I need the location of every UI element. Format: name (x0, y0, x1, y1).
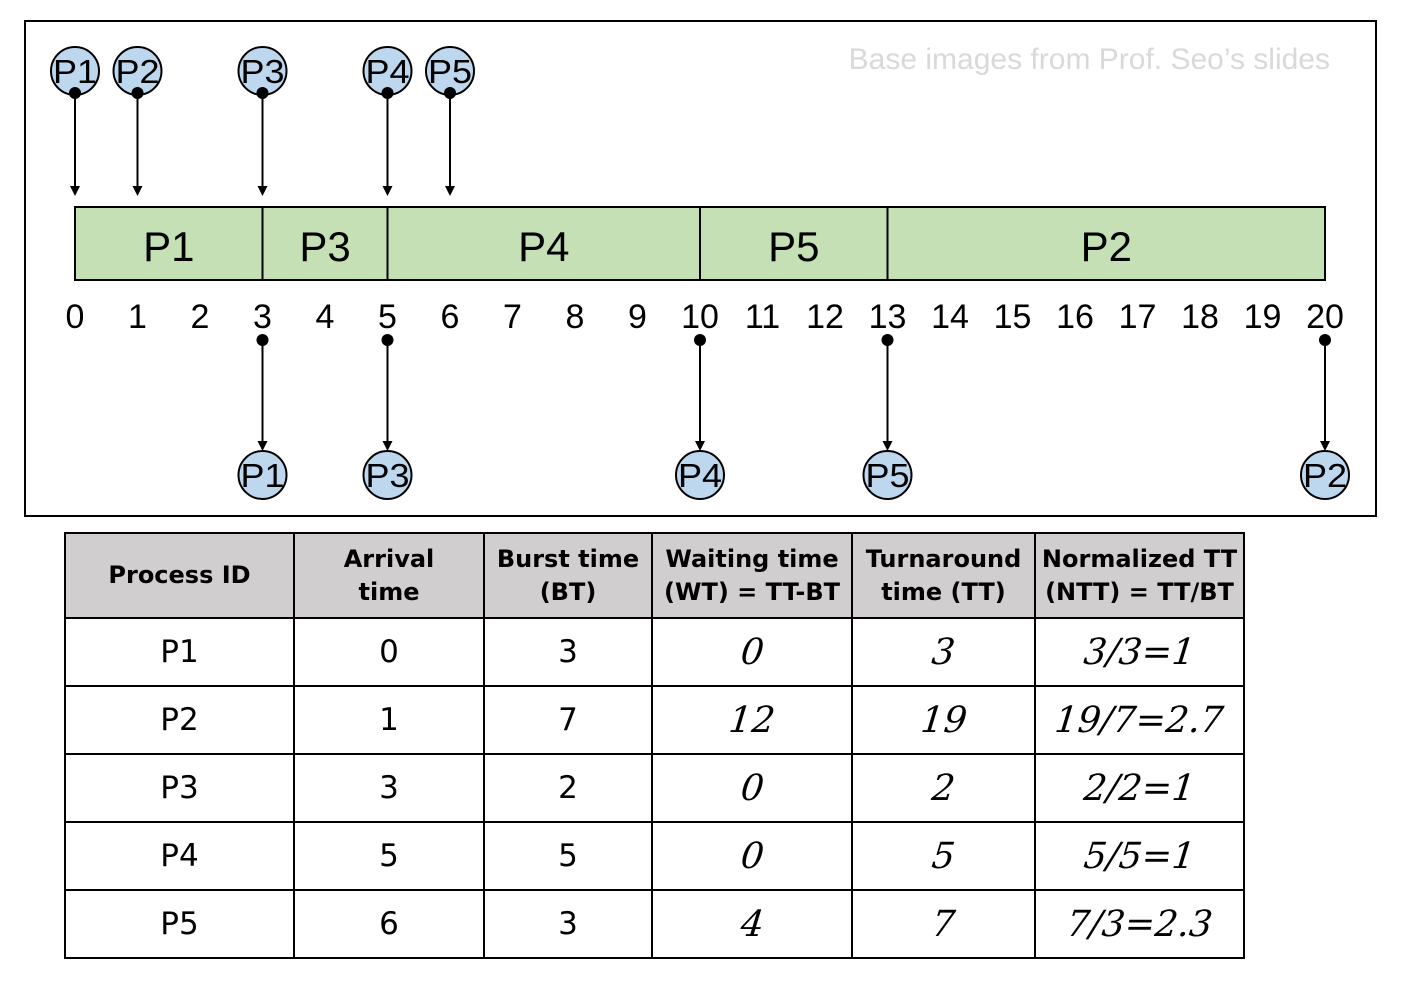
tick-label: 15 (994, 298, 1032, 336)
process-circle-label: P3 (366, 457, 410, 494)
process-table: Process ID Arrival time Burst time (BT) Wa… (64, 532, 1245, 959)
process-circle-label: P1 (53, 53, 97, 90)
process-circle-label: P4 (678, 457, 722, 494)
arrival-dot (444, 87, 456, 99)
tick-label: 14 (931, 298, 969, 336)
cell-waiting-time: 0 (651, 821, 853, 891)
cell-process-id: P2 (64, 685, 295, 755)
cell-process-id: P5 (64, 889, 295, 959)
completion-dot (694, 334, 706, 346)
cell-normalized-tt: 19/7=2.7 (1034, 685, 1245, 755)
watermark-text: Base images from Prof. Seo’s slides (849, 43, 1330, 76)
tick-label: 16 (1056, 298, 1094, 336)
process-circle-label: P5 (428, 53, 472, 90)
tick-label: 6 (441, 298, 460, 336)
cell-process-id: P4 (64, 821, 295, 891)
gantt-segment-label: P5 (768, 223, 819, 270)
header-turnaround-time: Turnaround time (TT) (851, 532, 1036, 619)
tick-label: 7 (503, 298, 522, 336)
cell-arrival-time: 6 (293, 889, 485, 959)
cell-turnaround-time: 19 (851, 685, 1036, 755)
time-axis-ticks: 0 1 2 3 4 5 6 7 8 9 10 11 12 13 14 15 16 17 18 19 20 (66, 298, 1344, 336)
tick-label: 19 (1244, 298, 1282, 336)
cell-turnaround-time: 2 (851, 753, 1036, 823)
completion-dot (256, 334, 269, 346)
table-row: P1 0 3 0 3 3/3=1 (64, 617, 1245, 687)
tick-label: 11 (745, 298, 780, 336)
gantt-chart: Base images from Prof. Seo’s slides P1 P3… (24, 20, 1377, 517)
header-waiting-time: Waiting time (WT) = TT-BT (651, 532, 853, 619)
cell-arrival-time: 3 (293, 753, 485, 823)
tick-label: 0 (66, 298, 85, 336)
tick-label: 10 (681, 298, 719, 336)
tick-label: 5 (378, 298, 397, 336)
gantt-segment-label: P2 (1081, 223, 1132, 270)
tick-label: 3 (253, 298, 272, 336)
header-process-id: Process ID (64, 532, 295, 619)
process-circle-label: P4 (366, 53, 410, 90)
process-circle-label: P1 (241, 457, 285, 494)
cell-burst-time: 3 (483, 889, 653, 959)
tick-label: 20 (1306, 298, 1344, 336)
completion-dot (881, 334, 894, 346)
cell-process-id: P1 (64, 617, 295, 687)
cell-normalized-tt: 5/5=1 (1034, 821, 1245, 891)
process-circle-label: P2 (1303, 457, 1347, 494)
header-normalized-tt: Normalized TT (NTT) = TT/BT (1034, 532, 1245, 619)
cell-normalized-tt: 7/3=2.3 (1034, 889, 1245, 959)
cell-waiting-time: 0 (651, 617, 853, 687)
process-circle-label: P5 (866, 457, 910, 494)
gantt-segment-label: P1 (143, 223, 194, 270)
tick-label: 18 (1181, 298, 1219, 336)
cell-burst-time: 5 (483, 821, 653, 891)
cell-burst-time: 3 (483, 617, 653, 687)
process-circle-label: P3 (241, 53, 285, 90)
arrival-dot (69, 87, 81, 99)
table-row: P3 3 2 0 2 2/2=1 (64, 753, 1245, 823)
completion-dot (381, 334, 394, 346)
header-burst-time: Burst time (BT) (483, 532, 653, 619)
completion-dot (1319, 334, 1331, 346)
tick-label: 4 (316, 298, 335, 336)
cell-normalized-tt: 2/2=1 (1034, 753, 1245, 823)
tick-label: 9 (628, 298, 647, 336)
gantt-segments: P1 P3 P4 P5 P2 (74, 206, 1326, 281)
table-row: P5 6 3 4 7 7/3=2.3 (64, 889, 1245, 959)
cell-waiting-time: 4 (651, 889, 853, 959)
tick-label: 1 (128, 298, 147, 336)
tick-label: 12 (806, 298, 844, 336)
arrival-dot (381, 87, 394, 99)
cell-process-id: P3 (64, 753, 295, 823)
arrival-dot (131, 87, 144, 99)
cell-arrival-time: 1 (293, 685, 485, 755)
gantt-segment-label: P3 (299, 223, 350, 270)
cell-normalized-tt: 3/3=1 (1034, 617, 1245, 687)
cell-turnaround-time: 3 (851, 617, 1036, 687)
cell-arrival-time: 5 (293, 821, 485, 891)
table-header-row: Process ID Arrival time Burst time (BT) Wa… (64, 532, 1245, 619)
cell-arrival-time: 0 (293, 617, 485, 687)
table-row: P2 1 7 12 19 19/7=2.7 (64, 685, 1245, 755)
tick-label: 2 (191, 298, 210, 336)
table-row: P4 5 5 0 5 5/5=1 (64, 821, 1245, 891)
arrival-dot (256, 87, 269, 99)
tick-label: 13 (869, 298, 907, 336)
cell-waiting-time: 0 (651, 753, 853, 823)
cell-waiting-time: 12 (651, 685, 853, 755)
process-circle-label: P2 (116, 53, 160, 90)
tick-label: 17 (1119, 298, 1157, 336)
cell-turnaround-time: 7 (851, 889, 1036, 959)
header-arrival-time: Arrival time (293, 532, 485, 619)
cell-burst-time: 2 (483, 753, 653, 823)
gantt-segment-label: P4 (518, 223, 569, 270)
tick-label: 8 (566, 298, 585, 336)
cell-burst-time: 7 (483, 685, 653, 755)
cell-turnaround-time: 5 (851, 821, 1036, 891)
